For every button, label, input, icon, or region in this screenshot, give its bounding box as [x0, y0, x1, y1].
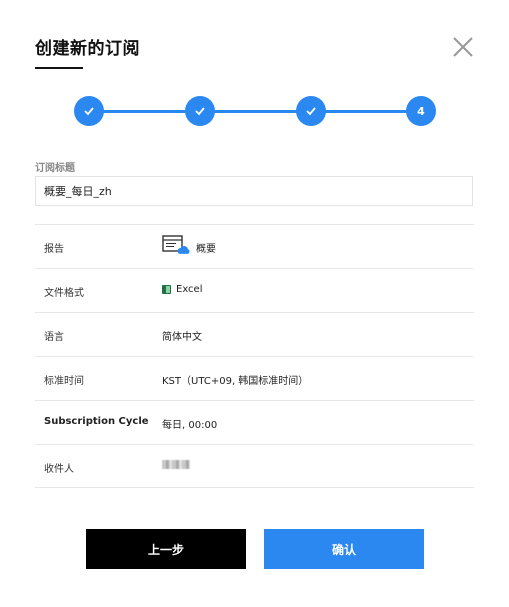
- check-icon: [306, 107, 316, 116]
- step-connector: [102, 110, 188, 113]
- step-3-completed: [296, 96, 326, 126]
- close-icon: [453, 37, 473, 57]
- step-number: 4: [417, 104, 425, 118]
- table-row-recipient: 收件人: [35, 444, 474, 488]
- table-row-cycle: Subscription Cycle 每日, 00:00: [35, 400, 474, 444]
- language-label: 语言: [44, 332, 64, 343]
- table-row-format: 文件格式 Excel: [35, 268, 474, 312]
- step-2-completed: [185, 96, 215, 126]
- progress-stepper: 4: [74, 96, 436, 126]
- table-row-language: 语言 简体中文: [35, 312, 474, 356]
- cycle-label: Subscription Cycle: [44, 416, 149, 427]
- report-name: 概要: [196, 244, 216, 255]
- timezone-value: KST（UTC+09, 韩国标准时间）: [162, 376, 309, 387]
- recipient-avatar-blurred: [162, 460, 190, 469]
- report-icon: [162, 234, 190, 255]
- step-4-current: 4: [406, 96, 436, 126]
- subscription-summary-table: 报告 概要 文件格式 Excel 语言 简体中文 标准时间 KST（UTC+09…: [35, 224, 474, 488]
- format-label: 文件格式: [44, 288, 84, 299]
- table-row-timezone: 标准时间 KST（UTC+09, 韩国标准时间）: [35, 356, 474, 400]
- create-subscription-dialog: 创建新的订阅 4 订阅标题 概要_每日_zh 报告 概要 文件格式 Excel …: [0, 0, 509, 607]
- report-value: 概要: [162, 234, 216, 255]
- excel-icon: [162, 285, 171, 294]
- format-name: Excel: [176, 284, 203, 295]
- language-value: 简体中文: [162, 332, 202, 343]
- cycle-value: 每日, 00:00: [162, 420, 218, 431]
- dialog-title: 创建新的订阅: [35, 39, 140, 59]
- close-button[interactable]: [451, 35, 475, 59]
- step-1-completed: [74, 96, 104, 126]
- step-connector: [323, 110, 409, 113]
- timezone-label: 标准时间: [44, 376, 84, 387]
- subscription-title-label: 订阅标题: [35, 163, 75, 174]
- subscription-title-input[interactable]: [35, 176, 473, 206]
- step-connector: [212, 110, 298, 113]
- confirm-button[interactable]: 确认: [264, 529, 424, 569]
- format-value: Excel: [162, 284, 203, 295]
- check-icon: [195, 107, 205, 116]
- previous-step-button[interactable]: 上一步: [86, 529, 246, 569]
- check-icon: [84, 107, 94, 116]
- recipient-label: 收件人: [44, 464, 74, 475]
- title-underline: [35, 67, 83, 69]
- table-row-report: 报告 概要: [35, 224, 474, 268]
- recipient-value: [162, 460, 190, 469]
- report-label: 报告: [44, 244, 64, 255]
